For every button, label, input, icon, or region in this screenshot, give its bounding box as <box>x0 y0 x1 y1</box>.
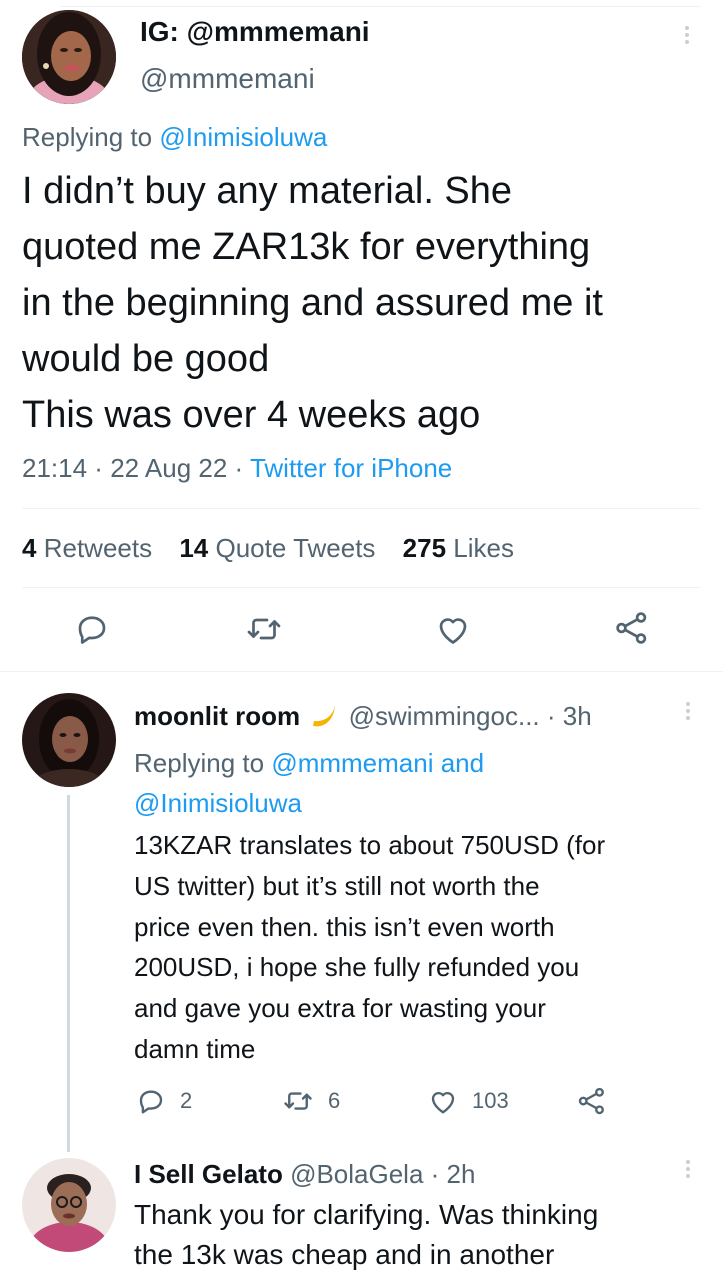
retweets-stat[interactable]: 4 Retweets <box>22 533 152 563</box>
tweet-time[interactable]: 3h <box>563 701 592 731</box>
section-divider <box>0 671 723 672</box>
more-options-icon[interactable] <box>683 26 691 47</box>
share-icon[interactable] <box>577 1086 607 1116</box>
share-icon[interactable] <box>614 610 650 646</box>
profile-photo <box>22 10 116 104</box>
like-count: 103 <box>472 1088 509 1113</box>
handle[interactable]: @swimmingoc... <box>349 701 540 731</box>
tweet-text: 13KZAR translates to about 750USD (for U… <box>134 825 605 1070</box>
tweet-text: I didn’t buy any material. She quoted me… <box>22 163 603 443</box>
tweet-meta: 21:14 · 22 Aug 22 · Twitter for iPhone <box>22 453 453 483</box>
likes-label: Likes <box>453 533 514 563</box>
thread-line <box>67 795 70 1152</box>
tweet-stats: 4 Retweets 14 Quote Tweets 275 Likes <box>22 532 514 564</box>
display-name[interactable]: I Sell Gelato <box>134 1159 283 1189</box>
retweets-label: Retweets <box>43 533 153 563</box>
display-name[interactable]: IG: @mmmemani <box>140 15 370 49</box>
replying-to-line: Replying to @mmmemani and @Inimisioluwa <box>134 743 484 823</box>
tweet-date[interactable]: 22 Aug 22 <box>110 453 227 483</box>
tweet-text-line: the 13k was cheap and in another <box>134 1239 555 1270</box>
quote-tweets-stat[interactable]: 14 Quote Tweets <box>179 533 375 563</box>
reply-icon[interactable] <box>74 611 110 647</box>
crescent-moon-icon <box>309 703 339 736</box>
tweet-text-line: I didn’t buy any material. She <box>22 170 513 212</box>
handle[interactable]: @mmmemani <box>140 62 315 96</box>
reply-count: 2 <box>180 1088 193 1113</box>
reply-header: I Sell Gelato @BolaGela · 2h <box>134 1159 476 1189</box>
reply-icon <box>136 1086 166 1116</box>
replying-to-link[interactable]: @Inimisioluwa <box>134 783 484 823</box>
tweet-text-line: damn time <box>134 1033 256 1064</box>
more-options-icon[interactable] <box>684 702 692 723</box>
handle[interactable]: @BolaGela <box>290 1159 423 1189</box>
tweet-text-line: 13KZAR translates to about 750USD (for <box>134 830 606 860</box>
top-divider <box>60 6 701 7</box>
like-action[interactable]: 103 <box>428 1087 509 1115</box>
replying-to-label: Replying to <box>22 122 153 152</box>
likes-count: 275 <box>402 533 447 563</box>
tweet-text-line: and gave you extra for wasting your <box>134 993 546 1024</box>
divider <box>22 587 701 588</box>
tweet-time[interactable]: 21:14 <box>22 453 87 483</box>
reply-action[interactable]: 2 <box>136 1086 192 1116</box>
more-options-icon[interactable] <box>684 1160 692 1181</box>
tweet-text-line: would be good <box>22 338 270 380</box>
likes-stat[interactable]: 275 Likes <box>403 533 514 563</box>
divider <box>22 508 701 509</box>
retweet-action[interactable]: 6 <box>282 1086 340 1116</box>
tweet-text-line: Thank you for clarifying. Was thinking <box>134 1199 599 1230</box>
avatar[interactable] <box>22 693 116 787</box>
avatar[interactable] <box>22 10 116 104</box>
replying-to-link[interactable]: @mmmemani and <box>271 748 484 778</box>
reply-header: moonlit room @swimmingoc... · 3h <box>134 700 592 736</box>
profile-photo <box>22 1158 116 1252</box>
tweet-text-line: quoted me ZAR13k for everything <box>22 226 591 268</box>
avatar[interactable] <box>22 1158 116 1252</box>
tweet-time[interactable]: 2h <box>447 1159 476 1189</box>
display-name[interactable]: moonlit room <box>134 701 300 731</box>
tweet-source[interactable]: Twitter for iPhone <box>250 453 452 483</box>
replying-to-line: Replying to @Inimisioluwa <box>22 121 327 153</box>
tweet-text-line: 200USD, i hope she fully refunded you <box>134 952 580 983</box>
tweet-text-line: This was over 4 weeks ago <box>22 394 481 436</box>
profile-photo <box>22 693 116 787</box>
tweet-text-line: US twitter) but it’s still not worth the <box>134 870 540 901</box>
retweet-icon[interactable] <box>245 611 283 647</box>
tweet-text-line: in the beginning and assured me it <box>22 282 603 324</box>
retweets-count: 4 <box>22 533 37 563</box>
retweet-icon <box>282 1086 314 1116</box>
tweet-text: Thank you for clarifying. Was thinking t… <box>134 1195 598 1275</box>
tweet-text-line: price even then. this isn’t even worth <box>134 911 555 942</box>
like-icon <box>428 1087 458 1115</box>
quote-tweets-count: 14 <box>179 533 209 563</box>
like-icon[interactable] <box>435 612 471 646</box>
replying-to-label: Replying to <box>134 748 265 778</box>
quote-tweets-label: Quote Tweets <box>215 533 376 563</box>
replying-to-link[interactable]: @Inimisioluwa <box>159 122 327 152</box>
retweet-count: 6 <box>328 1088 341 1113</box>
